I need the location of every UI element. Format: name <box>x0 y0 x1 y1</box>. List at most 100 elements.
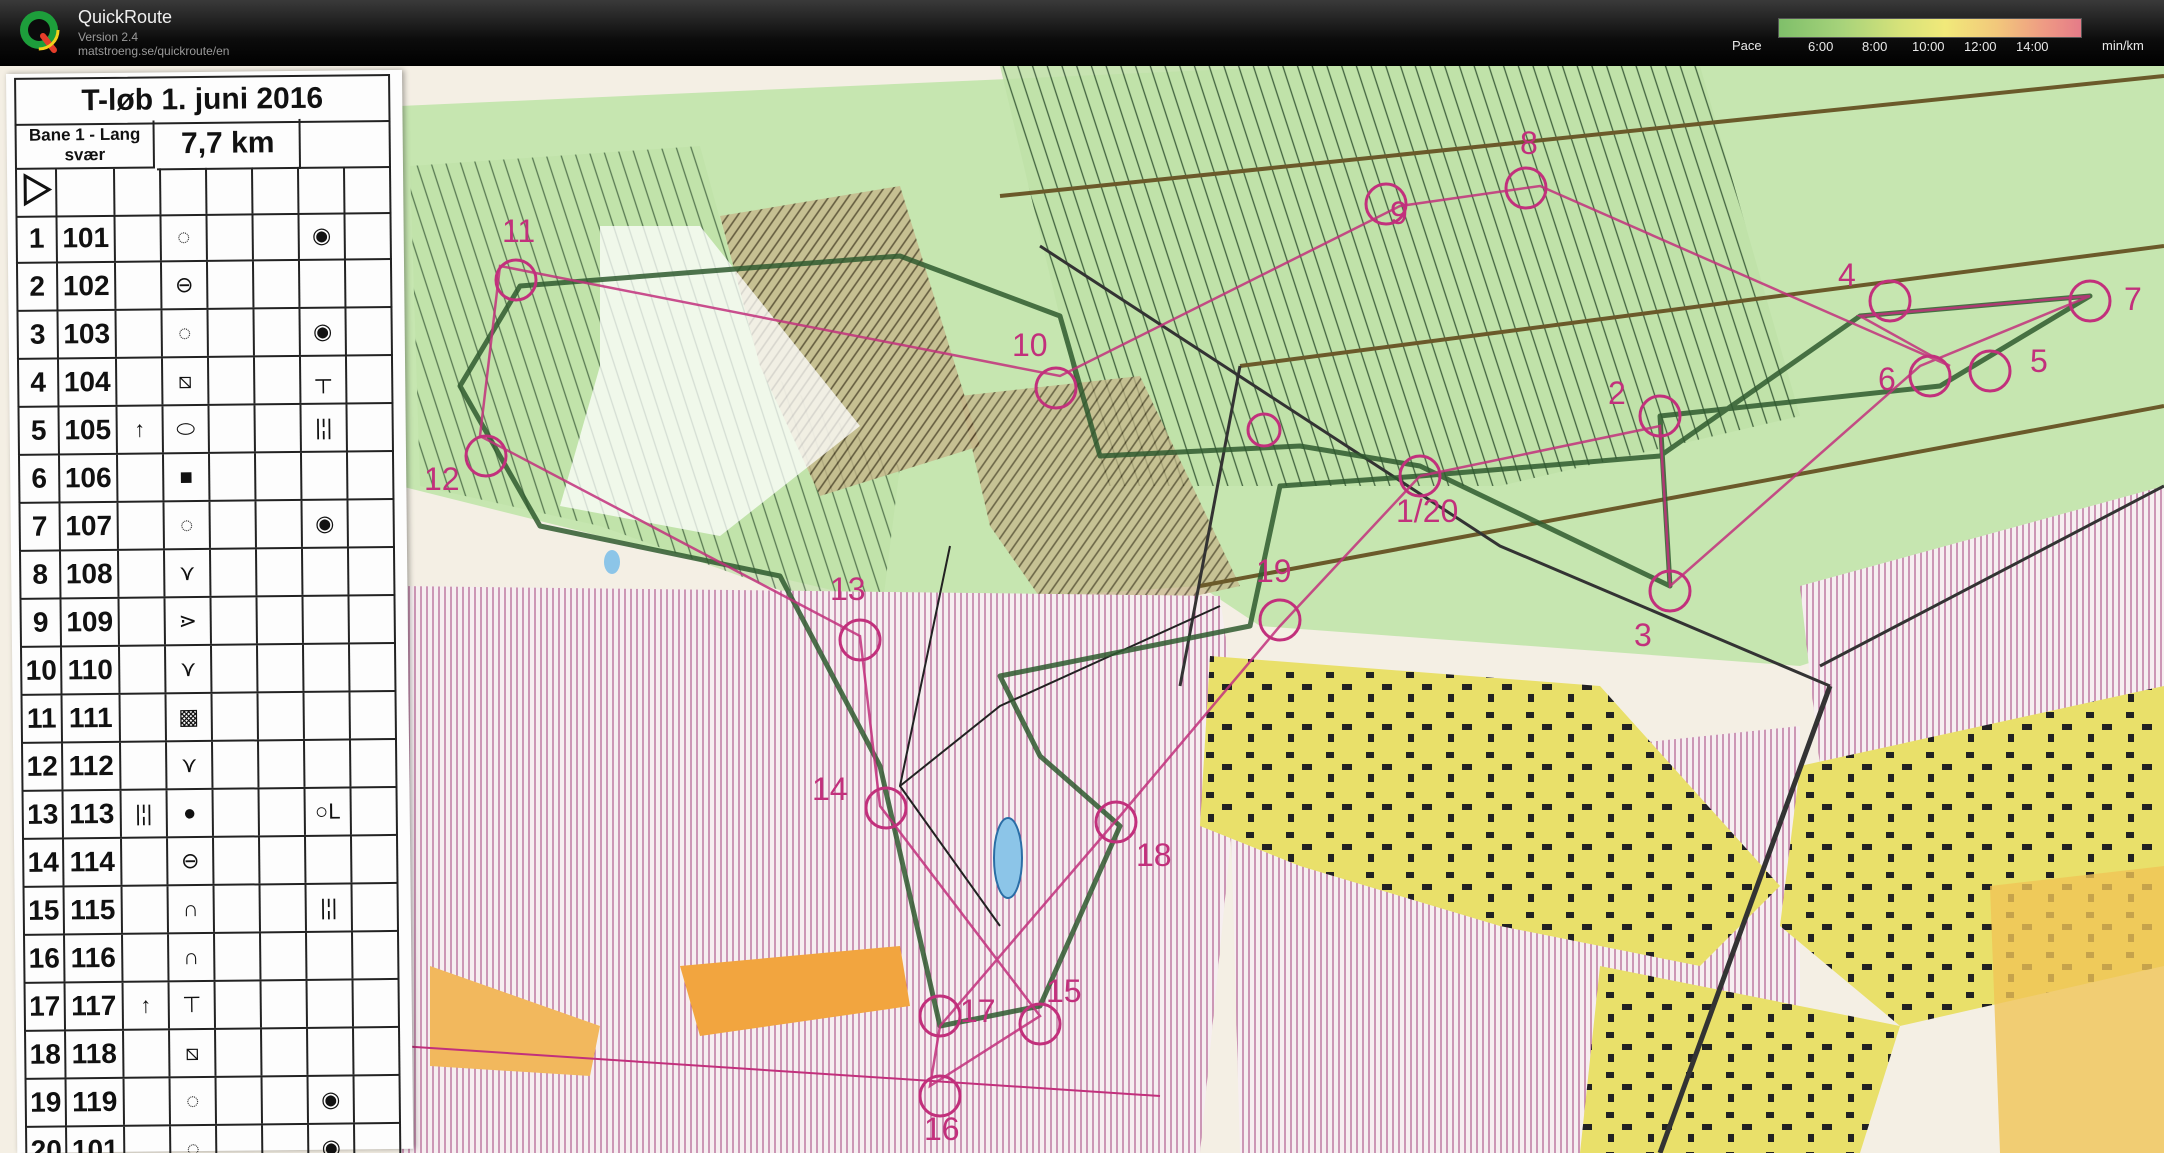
control-label: 13 <box>830 571 866 607</box>
location-symbol <box>307 980 354 1027</box>
other-info-cell <box>355 1124 399 1153</box>
control-number: 5 <box>19 407 60 454</box>
dimension-cell <box>258 692 305 740</box>
orienteering-map[interactable]: 1/20 2 3 4 5 6 7 8 9 10 11 12 13 14 15 1… <box>0 66 2164 1153</box>
location-symbol <box>302 548 350 595</box>
feature-symbol: ⋗ <box>165 597 212 645</box>
pace-tick: 6:00 <box>1808 39 1834 54</box>
course-name: Bane 1 - Lang svær <box>14 120 155 170</box>
other-info-cell <box>350 644 394 690</box>
course-name-line1: Bane 1 - Lang <box>28 124 141 145</box>
appearance-cell <box>210 549 258 596</box>
control-code: 110 <box>62 646 121 694</box>
control-number: 17 <box>25 983 67 1030</box>
location-symbol <box>303 596 350 643</box>
dimension-cell <box>260 836 307 884</box>
control-code: 111 <box>62 694 121 742</box>
other-info-cell <box>353 932 397 978</box>
control-row: 1 101 ◌ ◉ <box>15 211 392 264</box>
other-info-cell <box>354 1028 398 1074</box>
control-code: 116 <box>65 934 124 982</box>
feature-symbol: ◌ <box>171 1125 218 1153</box>
control-code: 105 <box>59 406 118 454</box>
other-info-cell <box>348 500 392 546</box>
control-label: 4 <box>1838 257 1856 293</box>
control-label: 15 <box>1046 973 1082 1009</box>
location-symbol <box>306 836 353 883</box>
control-number: 2 <box>17 263 59 310</box>
control-row: 3 103 ◌ ◉ <box>16 307 393 360</box>
control-row: 14 114 ⊖ <box>22 835 399 888</box>
other-info-cell <box>345 212 389 258</box>
location-symbol <box>308 1028 355 1075</box>
pace-legend-label: Pace <box>1732 38 1762 53</box>
control-number: 9 <box>21 599 62 646</box>
feature-symbol: ⬭ <box>163 405 210 453</box>
app-title: QuickRoute <box>78 7 173 27</box>
which-feature-symbol <box>123 934 170 981</box>
location-symbol: ◉ <box>300 308 347 355</box>
control-number: 13 <box>23 791 64 838</box>
dimension-cell <box>256 500 303 548</box>
control-row: 2 102 ⊖ <box>15 259 393 312</box>
other-info-cell <box>349 548 393 594</box>
open-land-area <box>1990 866 2164 1153</box>
control-number: 1 <box>17 215 58 262</box>
control-row: 19 119 ◌ ◉ <box>24 1075 402 1128</box>
which-feature-symbol <box>117 454 165 501</box>
dimension-cell <box>261 932 308 980</box>
start-triangle-icon <box>17 169 58 216</box>
location-symbol <box>305 740 352 787</box>
dimension-cell <box>259 740 306 788</box>
title-bar: QuickRoute Version 2.4 matstroeng.se/qui… <box>0 0 2164 66</box>
location-symbol <box>307 932 354 979</box>
feature-symbol: ⊤ <box>169 981 217 1029</box>
other-info-cell <box>353 884 397 930</box>
control-row: 11 111 ▩ <box>20 691 397 744</box>
control-code: 113 <box>63 790 122 838</box>
control-label: 1/20 <box>1396 493 1458 529</box>
control-number: 8 <box>21 551 62 598</box>
control-row: 10 110 ⋎ <box>20 643 397 696</box>
other-info-cell <box>350 692 394 738</box>
appearance-cell <box>215 981 262 1028</box>
other-info-cell <box>347 404 391 450</box>
location-symbol <box>299 260 347 307</box>
appearance-cell <box>211 597 258 644</box>
control-label: 12 <box>424 461 460 497</box>
control-row: 18 118 ⧅ <box>24 1027 401 1080</box>
which-feature-symbol <box>116 310 163 357</box>
course-length: 7,7 km <box>156 118 302 171</box>
app-url-link[interactable]: matstroeng.se/quickroute/en <box>78 44 229 58</box>
which-feature-symbol <box>125 1126 172 1153</box>
location-symbol: |¦| <box>301 404 348 451</box>
control-code: 106 <box>59 454 119 502</box>
control-number: 6 <box>19 455 61 502</box>
pace-color-scale <box>1778 18 2082 38</box>
control-code: 104 <box>58 358 118 406</box>
location-symbol <box>303 644 351 691</box>
control-label: 10 <box>1012 327 1048 363</box>
dimension-cell <box>262 1028 309 1076</box>
control-code: 108 <box>61 550 120 598</box>
other-info-cell <box>346 308 390 354</box>
feature-symbol: ◌ <box>170 1077 218 1125</box>
feature-symbol: ◌ <box>164 501 211 549</box>
appearance-cell <box>209 405 256 452</box>
control-code: 115 <box>64 886 123 934</box>
which-feature-symbol: ↑ <box>123 982 171 1029</box>
other-info-cell <box>349 596 393 642</box>
location-symbol: ◉ <box>302 500 349 547</box>
control-label: 5 <box>2030 343 2048 379</box>
other-info-cell <box>354 980 398 1026</box>
control-label: 2 <box>1608 375 1626 411</box>
app-version: Version 2.4 <box>78 30 139 44</box>
sheet-header-blank <box>298 117 392 169</box>
control-row: 5 105 ↑ ⬭ |¦| <box>17 403 394 456</box>
which-feature-symbol: |¦| <box>121 790 168 837</box>
which-feature-symbol <box>122 838 169 885</box>
dimension-cell <box>255 404 302 452</box>
which-feature-symbol <box>118 502 165 549</box>
control-number: 3 <box>18 311 59 358</box>
control-code: 103 <box>58 310 117 358</box>
